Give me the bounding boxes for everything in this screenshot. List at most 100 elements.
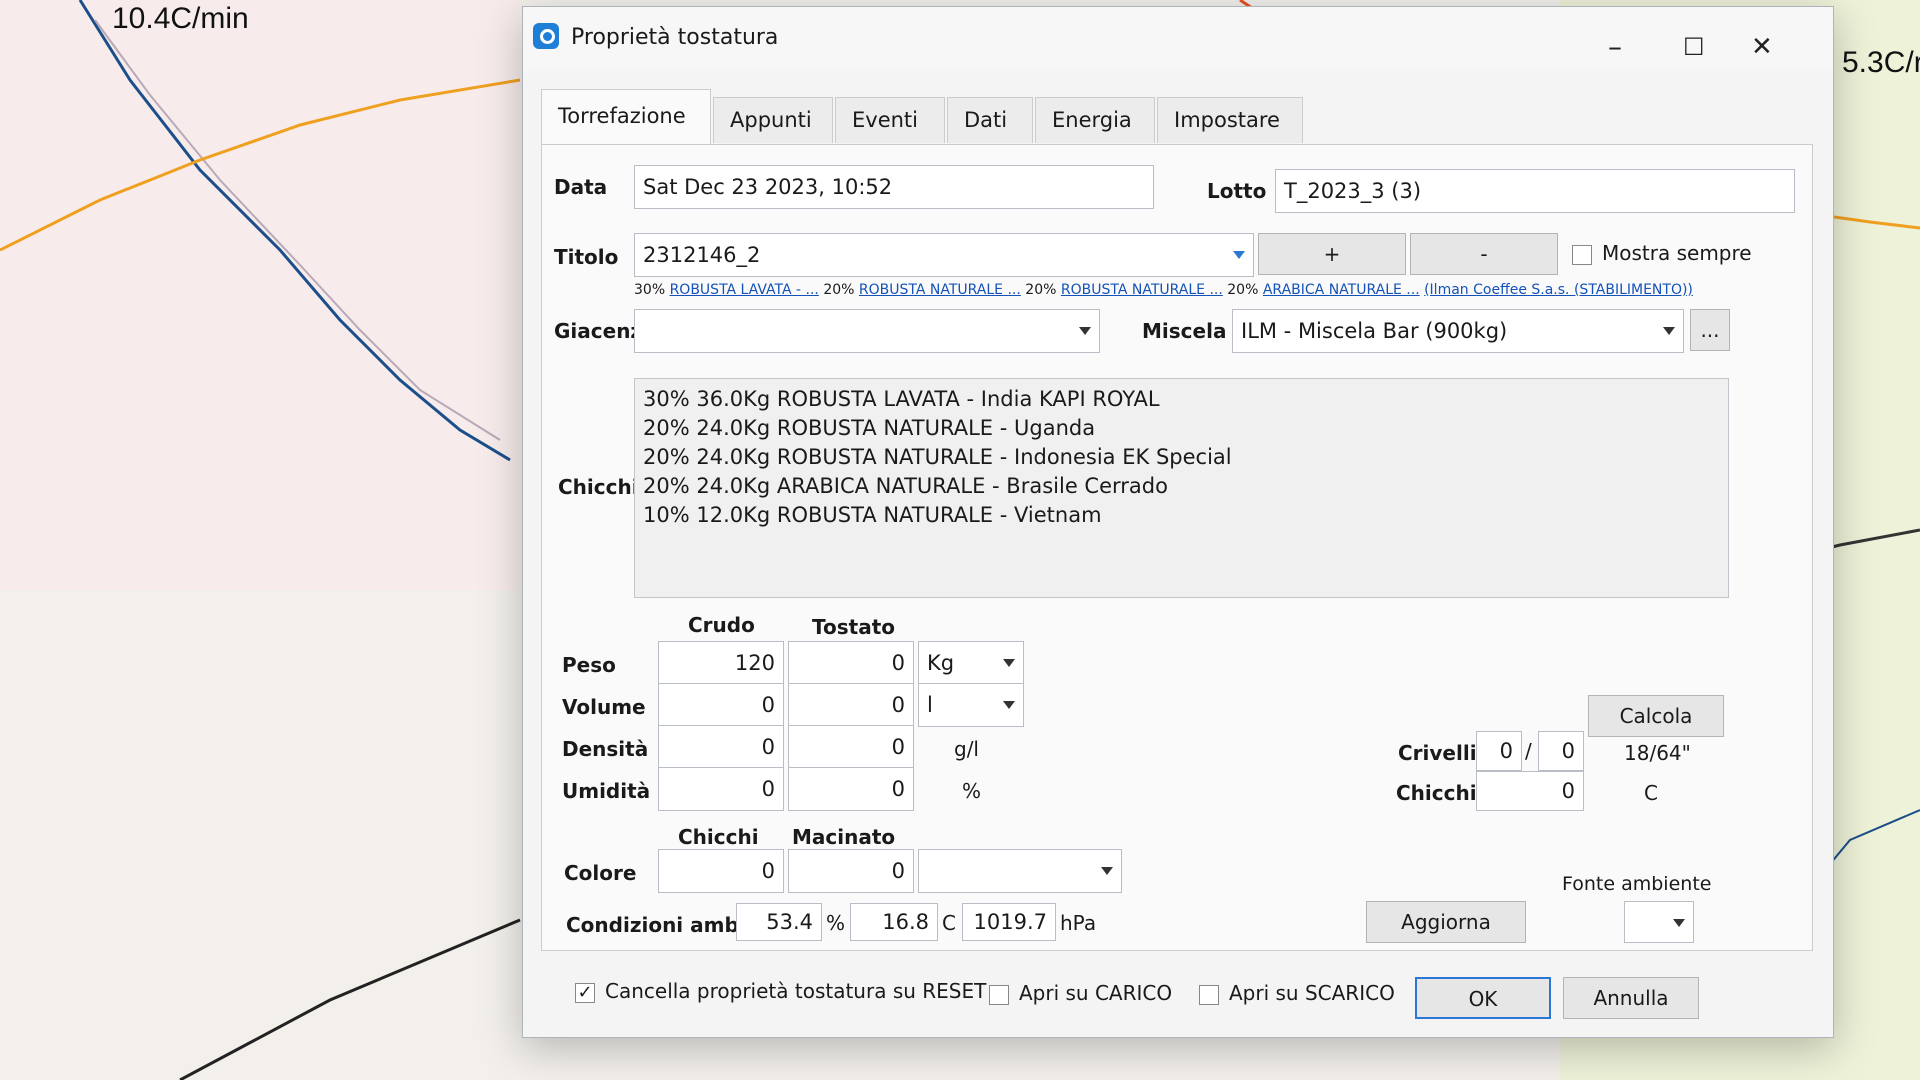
miscela-combo[interactable]: ILM - Miscela Bar (900kg): [1232, 309, 1684, 353]
close-button[interactable]: ✕: [1751, 33, 1773, 61]
umidita-label: Umidità: [562, 779, 651, 803]
ok-button[interactable]: OK: [1415, 977, 1551, 1019]
roast-properties-dialog: Proprietà tostatura – ☐ ✕ Torrefazione A…: [522, 6, 1834, 1038]
densita-unit: g/l: [954, 737, 979, 761]
peso-crudo-field[interactable]: 120: [658, 641, 784, 685]
title-bar[interactable]: Proprietà tostatura – ☐ ✕: [523, 7, 1833, 71]
date-field[interactable]: Sat Dec 23 2023, 10:52: [634, 165, 1154, 209]
window-title: Proprietà tostatura: [571, 25, 779, 50]
blend-link-3[interactable]: ROBUSTA NATURALE ...: [1061, 282, 1223, 298]
annulla-button[interactable]: Annulla: [1563, 977, 1699, 1019]
tab-eventi[interactable]: Eventi: [835, 97, 945, 143]
crivelli-min-field[interactable]: 0: [1476, 731, 1522, 771]
densita-tostato-field[interactable]: 0: [788, 725, 914, 769]
apri-carico-checkbox[interactable]: [989, 985, 1009, 1005]
chevron-down-icon[interactable]: [1233, 251, 1245, 259]
calcola-button[interactable]: Calcola: [1588, 695, 1724, 737]
chevron-down-icon[interactable]: [1003, 659, 1015, 667]
list-item: 20% 24.0Kg ROBUSTA NATURALE - Uganda: [643, 416, 1096, 440]
giacenze-combo[interactable]: [634, 309, 1100, 353]
temperature-field[interactable]: 16.8: [850, 903, 938, 941]
blend-pct: 20%: [1025, 282, 1057, 298]
data-label: Data: [554, 175, 608, 199]
tab-impostare[interactable]: Impostare: [1157, 97, 1303, 143]
supplier-link[interactable]: (Ilman Coeffee S.a.s. (STABILIMENTO)): [1424, 282, 1693, 298]
blend-links-row: 30% ROBUSTA LAVATA - ... 20% ROBUSTA NAT…: [634, 282, 1799, 298]
tab-appunti[interactable]: Appunti: [713, 97, 833, 143]
miscela-value: ILM - Miscela Bar (900kg): [1241, 319, 1508, 343]
fonte-ambiente-label: Fonte ambiente: [1562, 873, 1712, 895]
titolo-combo[interactable]: 2312146_2: [634, 233, 1254, 277]
list-item: 10% 12.0Kg ROBUSTA NATURALE - Vietnam: [643, 503, 1102, 527]
volume-tostato-field[interactable]: 0: [788, 683, 914, 727]
chevron-down-icon[interactable]: [1101, 867, 1113, 875]
volume-unit-value: l: [927, 693, 933, 717]
miscela-more-button[interactable]: ...: [1690, 309, 1730, 351]
list-item: 20% 24.0Kg ROBUSTA NATURALE - Indonesia …: [643, 445, 1232, 469]
maximize-button[interactable]: ☐: [1683, 33, 1705, 61]
colore-scale-combo[interactable]: [918, 849, 1122, 893]
blend-pct: 20%: [1227, 282, 1259, 298]
umidita-tostato-field[interactable]: 0: [788, 767, 914, 811]
crudo-header: Crudo: [688, 613, 755, 637]
apri-scarico-checkbox[interactable]: [1199, 985, 1219, 1005]
left-ror-label: 10.4C/min: [112, 2, 249, 35]
densita-label: Densità: [562, 737, 649, 761]
chicchi-label: Chicchi: [558, 475, 639, 499]
tab-torrefazione[interactable]: Torrefazione: [541, 89, 711, 145]
blend-link-1[interactable]: ROBUSTA LAVATA - ...: [670, 282, 819, 298]
tab-energia[interactable]: Energia: [1035, 97, 1155, 143]
beans-list[interactable]: 30% 36.0Kg ROBUSTA LAVATA - India KAPI R…: [634, 378, 1729, 598]
chevron-down-icon[interactable]: [1663, 327, 1675, 335]
volume-label: Volume: [562, 695, 646, 719]
app-icon: [533, 23, 559, 49]
peso-label: Peso: [562, 653, 616, 677]
densita-crudo-field[interactable]: 0: [658, 725, 784, 769]
minimize-button[interactable]: –: [1608, 33, 1622, 61]
umidita-unit: %: [962, 779, 982, 803]
chicchi-count-field[interactable]: 0: [1476, 771, 1584, 811]
miscela-label: Miscela: [1142, 319, 1227, 343]
macinato-header: Macinato: [792, 825, 896, 849]
chicchi-count-label: Chicchi: [1396, 781, 1477, 805]
list-item: 20% 24.0Kg ARABICA NATURALE - Brasile Ce…: [643, 474, 1168, 498]
cancella-reset-label: Cancella proprietà tostatura su RESET: [605, 979, 987, 1003]
colore-label: Colore: [564, 861, 637, 885]
humidity-field[interactable]: 53.4: [736, 903, 822, 941]
humidity-unit: %: [826, 911, 846, 935]
remove-title-button[interactable]: -: [1410, 233, 1558, 275]
temperature-unit: C: [942, 911, 956, 935]
colore-chicchi-field[interactable]: 0: [658, 849, 784, 893]
cancella-reset-checkbox[interactable]: ✓: [575, 983, 595, 1003]
aggiorna-button[interactable]: Aggiorna: [1366, 901, 1526, 943]
tostato-header: Tostato: [812, 615, 895, 639]
add-title-button[interactable]: +: [1258, 233, 1406, 275]
volume-crudo-field[interactable]: 0: [658, 683, 784, 727]
mostra-sempre-checkbox[interactable]: [1572, 245, 1592, 265]
peso-unit-combo[interactable]: Kg: [918, 641, 1024, 685]
titolo-label: Titolo: [554, 245, 619, 269]
crivelli-max-field[interactable]: 0: [1538, 731, 1584, 771]
chicchi-color-header: Chicchi: [678, 825, 759, 849]
pressure-unit: hPa: [1060, 911, 1097, 935]
tab-dati[interactable]: Dati: [947, 97, 1033, 143]
titolo-value: 2312146_2: [643, 243, 761, 267]
list-item: 30% 36.0Kg ROBUSTA LAVATA - India KAPI R…: [643, 387, 1160, 411]
chevron-down-icon[interactable]: [1079, 327, 1091, 335]
fonte-ambiente-combo[interactable]: [1624, 901, 1694, 943]
blend-link-4[interactable]: ARABICA NATURALE ...: [1263, 282, 1420, 298]
lotto-field[interactable]: T_2023_3 (3): [1275, 169, 1795, 213]
checkmark-icon: ✓: [577, 982, 593, 1003]
colore-macinato-field[interactable]: 0: [788, 849, 914, 893]
chevron-down-icon[interactable]: [1673, 919, 1685, 927]
umidita-crudo-field[interactable]: 0: [658, 767, 784, 811]
apri-scarico-label: Apri su SCARICO: [1229, 981, 1395, 1005]
chicchi-unit: C: [1644, 781, 1658, 805]
blend-pct: 20%: [823, 282, 855, 298]
volume-unit-combo[interactable]: l: [918, 683, 1024, 727]
blend-link-2[interactable]: ROBUSTA NATURALE ...: [859, 282, 1021, 298]
chevron-down-icon[interactable]: [1003, 701, 1015, 709]
peso-tostato-field[interactable]: 0: [788, 641, 914, 685]
pressure-field[interactable]: 1019.7: [962, 903, 1056, 941]
right-ror-label: 5.3C/r: [1842, 46, 1920, 79]
